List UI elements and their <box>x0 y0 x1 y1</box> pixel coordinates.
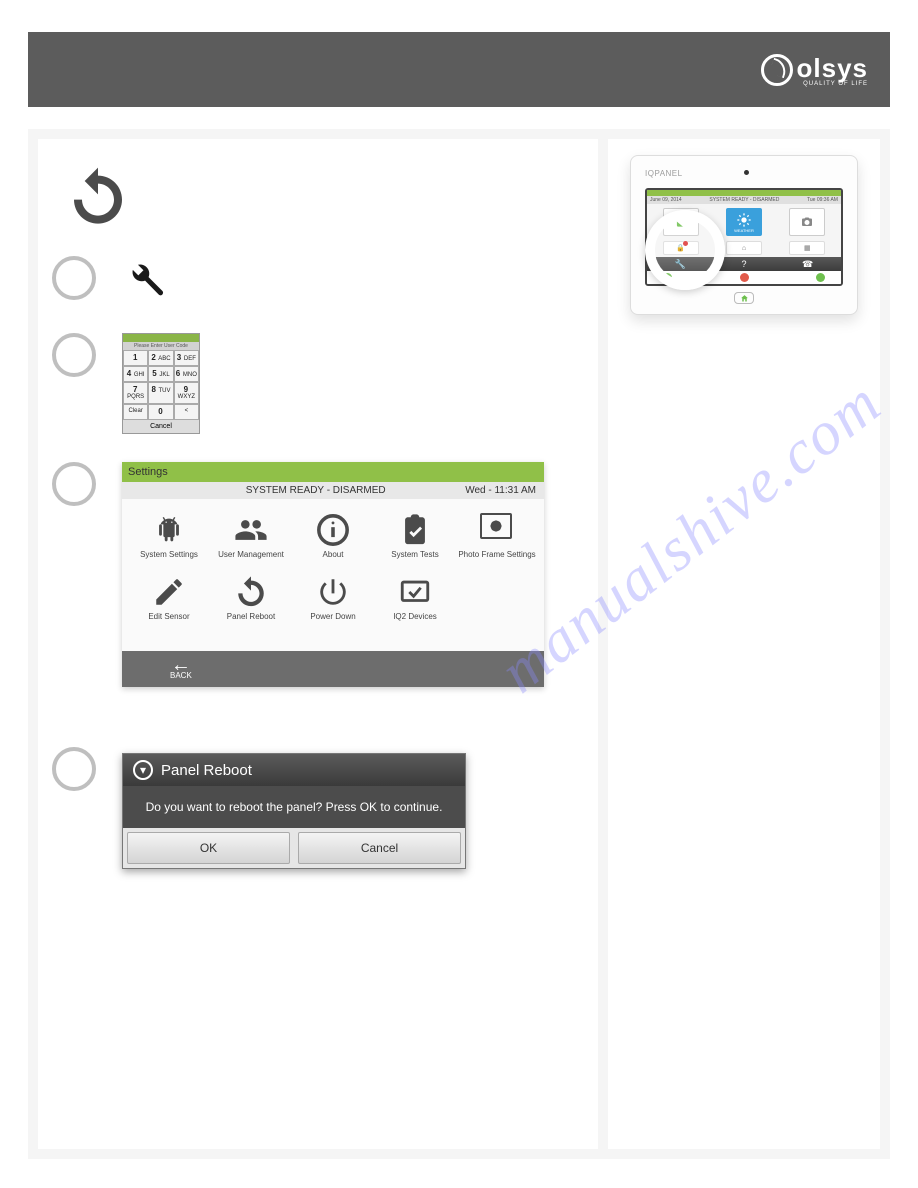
keypad-key-7[interactable]: 7 PQRS <box>123 382 148 404</box>
reboot-dialog: ▾ Panel Reboot Do you want to reboot the… <box>122 753 466 869</box>
device-home-button[interactable] <box>734 292 754 304</box>
item-label: Edit Sensor <box>128 612 210 621</box>
tile-weather[interactable]: WEATHER <box>726 208 762 236</box>
brand-logo: olsys QUALITY OF LIFE <box>761 53 869 87</box>
step-row-4: ▾ Panel Reboot Do you want to reboot the… <box>52 747 584 869</box>
settings-item-system[interactable]: System Settings <box>128 513 210 559</box>
settings-item-users[interactable]: User Management <box>210 513 292 559</box>
keypad-key-back[interactable]: < <box>174 404 199 420</box>
back-label: BACK <box>170 671 192 680</box>
keypad-title: Please Enter User Code <box>123 342 199 350</box>
dialog-cancel-button[interactable]: Cancel <box>298 832 461 864</box>
refresh-icon <box>66 165 584 234</box>
keypad-key-5[interactable]: 5 JKL <box>148 366 173 382</box>
keypad-key-1[interactable]: 1 <box>123 350 148 366</box>
keypad-key-6[interactable]: 6 MNO <box>174 366 199 382</box>
bullet-icon <box>52 333 96 377</box>
keypad-key-4[interactable]: 4 GHI <box>123 366 148 382</box>
sun-icon <box>736 212 752 228</box>
keypad-key-2[interactable]: 2 ABC <box>148 350 173 366</box>
bullet-icon <box>52 462 96 506</box>
step-row-1 <box>52 256 584 305</box>
right-column: IQPANEL June 09, 2014 SYSTEM READY - DIS… <box>608 139 880 1149</box>
tablet-check-icon <box>398 575 432 609</box>
item-label: Panel Reboot <box>210 612 292 621</box>
help-icon[interactable]: ? <box>741 259 746 269</box>
tile-label: WEATHER <box>734 228 754 233</box>
device-mock: IQPANEL June 09, 2014 SYSTEM READY - DIS… <box>630 155 858 315</box>
bullet-icon <box>52 747 96 791</box>
item-label: System Tests <box>374 550 456 559</box>
keypad-key-9[interactable]: 9 WXYZ <box>174 382 199 404</box>
keypad-cancel[interactable]: Cancel <box>123 420 199 433</box>
dialog-message: Do you want to reboot the panel? Press O… <box>123 786 465 828</box>
power-icon <box>316 575 350 609</box>
bullet-icon <box>52 256 96 300</box>
item-label: System Settings <box>128 550 210 559</box>
step-row-3: Settings Settings SYSTEM READY - DISARME… <box>52 462 584 687</box>
wrench-icon <box>122 256 584 305</box>
left-column: Please Enter User Code 1 2 ABC 3 DEF 4 G… <box>38 139 598 1149</box>
status-center: SYSTEM READY - DISARMED <box>246 485 386 496</box>
keypad[interactable]: Please Enter User Code 1 2 ABC 3 DEF 4 G… <box>122 333 200 434</box>
clipboard-icon <box>398 513 432 547</box>
item-label: User Management <box>210 550 292 559</box>
apps-icon: ▦ <box>804 244 811 252</box>
keypad-key-3[interactable]: 3 DEF <box>174 350 199 366</box>
settings-item-reboot[interactable]: Panel Reboot <box>210 575 292 621</box>
brand-tagline: QUALITY OF LIFE <box>797 81 869 87</box>
refresh-overlay-icon <box>645 210 725 290</box>
settings-item-power[interactable]: Power Down <box>292 575 374 621</box>
reboot-icon <box>234 575 268 609</box>
settings-footer: ← BACK <box>122 651 544 687</box>
keypad-key-8[interactable]: 8 TUV <box>148 382 173 404</box>
phone-icon[interactable]: ☎ <box>802 259 813 270</box>
settings-item-photoframe[interactable]: Photo Frame Settings <box>456 513 538 559</box>
item-label: About <box>292 550 374 559</box>
info-icon <box>316 513 350 547</box>
android-icon <box>152 513 186 547</box>
home-icon <box>740 294 749 303</box>
mini-tile-2[interactable]: ⌂ <box>726 241 762 255</box>
dialog-title: Panel Reboot <box>161 762 252 779</box>
camera-dot-icon <box>744 170 749 175</box>
step-row-2: Please Enter User Code 1 2 ABC 3 DEF 4 G… <box>52 333 584 434</box>
device-date: June 09, 2014 <box>650 197 682 203</box>
users-icon <box>234 513 268 547</box>
chevron-down-icon: ▾ <box>133 760 153 780</box>
status-time: Wed - 11:31 AM <box>465 485 536 496</box>
settings-screenshot: Settings Settings SYSTEM READY - DISARME… <box>122 462 544 687</box>
item-label: Power Down <box>292 612 374 621</box>
dialog-header: ▾ Panel Reboot <box>123 754 465 786</box>
arrow-left-icon: ← <box>170 659 192 671</box>
item-label: IQ2 Devices <box>374 612 456 621</box>
status-dot-green <box>816 273 825 282</box>
dialog-ok-button[interactable]: OK <box>127 832 290 864</box>
photoframe-icon <box>480 513 514 547</box>
brand-ring-icon <box>761 54 793 86</box>
device-time: Tue 09:36 AM <box>807 197 838 203</box>
settings-header: Settings <box>122 462 544 482</box>
keypad-key-0[interactable]: 0 <box>148 404 173 420</box>
brand-name: olsys <box>797 53 869 83</box>
pencil-icon <box>152 575 186 609</box>
status-bar: Settings SYSTEM READY - DISARMED Wed - 1… <box>122 482 544 499</box>
tile-camera[interactable] <box>789 208 825 236</box>
settings-item-tests[interactable]: System Tests <box>374 513 456 559</box>
camera-icon <box>799 216 815 228</box>
settings-item-edit-sensor[interactable]: Edit Sensor <box>128 575 210 621</box>
device-status: SYSTEM READY - DISARMED <box>709 197 779 203</box>
item-label: Photo Frame Settings <box>456 550 538 559</box>
top-bar: olsys QUALITY OF LIFE <box>28 32 890 107</box>
status-dot-red <box>740 273 749 282</box>
home-icon: ⌂ <box>742 245 746 252</box>
keypad-key-clear[interactable]: Clear <box>123 404 148 420</box>
mini-tile-3[interactable]: ▦ <box>789 241 825 255</box>
settings-item-iq2[interactable]: IQ2 Devices <box>374 575 456 621</box>
back-button[interactable]: ← BACK <box>170 659 192 680</box>
settings-item-about[interactable]: About <box>292 513 374 559</box>
